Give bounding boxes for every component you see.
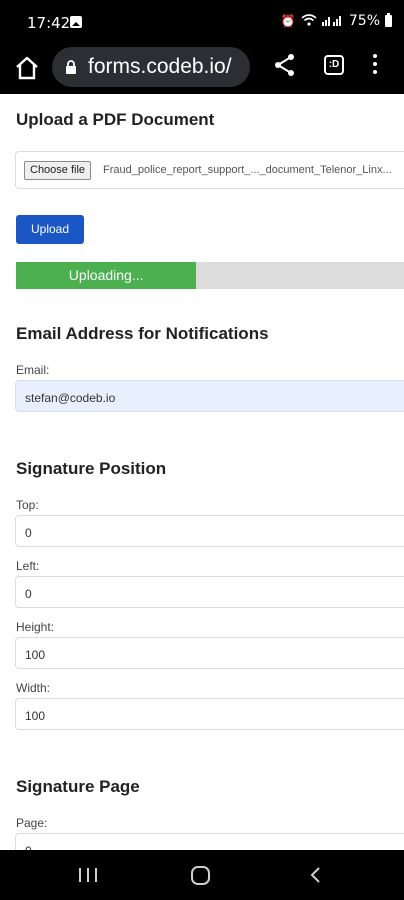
status-bar: 17:42 ⏰ 75% [0, 0, 404, 44]
height-field[interactable]: 100 [15, 637, 404, 669]
recents-icon[interactable] [79, 868, 97, 882]
tab-switcher-button[interactable]: :D [324, 55, 344, 75]
url-text: forms.codeb.io/ [88, 55, 232, 78]
signal-icon [321, 14, 344, 29]
top-field[interactable]: 0 [15, 515, 404, 547]
top-label: Top: [16, 498, 39, 512]
page-label: Page: [16, 816, 48, 830]
selected-file-name: Fraud_police_report_support_..._document… [103, 164, 392, 176]
upload-progress-fill: Uploading... [16, 262, 197, 289]
overflow-menu-icon[interactable] [370, 54, 380, 76]
upload-heading: Upload a PDF Document [16, 110, 215, 129]
left-label: Left: [16, 559, 40, 573]
status-time: 17:42 [27, 14, 71, 32]
address-bar[interactable]: forms.codeb.io/ [52, 47, 250, 87]
height-label: Height: [16, 620, 55, 634]
back-icon[interactable] [308, 866, 322, 884]
wifi-icon [301, 13, 317, 29]
browser-toolbar: forms.codeb.io/ :D [0, 44, 404, 94]
email-field[interactable]: stefan@codeb.io [15, 380, 404, 412]
signature-page-heading: Signature Page [16, 777, 140, 796]
page-field[interactable]: 0 [15, 833, 404, 850]
width-field[interactable]: 100 [15, 698, 404, 730]
upload-progress-bar: Uploading... [16, 262, 404, 289]
home-nav-icon[interactable] [191, 866, 210, 885]
page-content: Upload a PDF Document Choose file Fraud_… [0, 94, 404, 850]
email-heading: Email Address for Notifications [16, 324, 269, 343]
status-icons: ⏰ 75% [281, 13, 392, 29]
home-icon[interactable] [12, 53, 42, 83]
width-label: Width: [16, 681, 51, 695]
gallery-icon [70, 16, 82, 28]
choose-file-button[interactable]: Choose file [24, 161, 92, 180]
lock-icon [65, 60, 77, 74]
alarm-icon: ⏰ [280, 14, 296, 28]
upload-button[interactable]: Upload [16, 215, 84, 244]
battery-percent: 75% [348, 13, 380, 29]
battery-icon [385, 13, 392, 27]
file-input[interactable]: Choose file Fraud_police_report_support_… [15, 151, 404, 189]
share-icon[interactable] [272, 52, 298, 78]
left-field[interactable]: 0 [15, 576, 404, 608]
system-nav-bar [0, 850, 404, 900]
email-label: Email: [16, 363, 50, 377]
signature-position-heading: Signature Position [16, 459, 167, 478]
